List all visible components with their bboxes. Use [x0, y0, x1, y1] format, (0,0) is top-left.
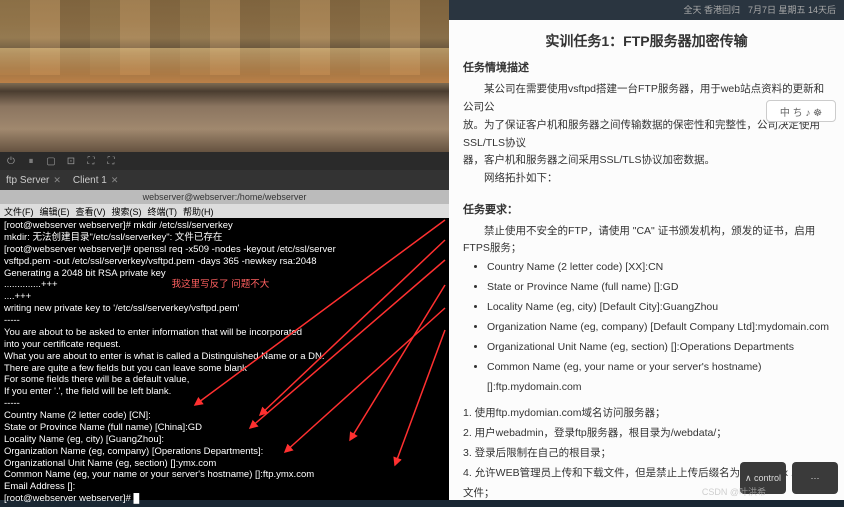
- pause-icon[interactable]: ⏸: [24, 154, 38, 168]
- doc-p4: 网络拓扑如下：: [463, 170, 830, 188]
- num-item: 3. 登录后限制在自己的根目录；: [463, 444, 830, 464]
- req-bullets: Country Name (2 letter code) [XX]:CN Sta…: [463, 258, 830, 398]
- terminal-body[interactable]: [root@webserver webserver]# mkdir /etc/s…: [0, 218, 449, 507]
- vm-tabs: ftp Server✕ Client 1✕: [0, 170, 449, 190]
- snapshot-icon[interactable]: ▢: [44, 154, 58, 168]
- bullet: Organizational Unit Name (eg, section) […: [487, 338, 830, 358]
- tab-ftp-server[interactable]: ftp Server✕: [6, 175, 61, 186]
- screen-icon[interactable]: ⛶: [84, 154, 98, 168]
- doc-title: 实训任务1：FTP服务器加密传输: [463, 30, 830, 52]
- annotation-text: 我这里写反了 问题不大: [172, 279, 270, 290]
- tab-client-1[interactable]: Client 1✕: [73, 175, 118, 186]
- doc-p2: 放。为了保证客户机和服务器之间传输数据的保密性和完整性，公司决定使用SSL/TL…: [463, 117, 830, 153]
- ime-widget[interactable]: 中 ち ♪ ☸: [766, 100, 836, 122]
- num-item: 2. 用户webadmin，登录ftp服务器，根目录为/webdata/；: [463, 424, 830, 444]
- watermark: CSDN @叶洪希: [702, 485, 766, 498]
- status-left: 全天 香港回归: [683, 3, 740, 17]
- menu-terminal[interactable]: 终端(T): [148, 205, 178, 218]
- doc-req: 禁止使用不安全的FTP，请使用 "CA" 证书颁发机构，颁发的证书，启用FTPS…: [463, 223, 830, 259]
- status-bar: 全天 香港回归 7月7日 星期五 14天后: [449, 0, 844, 20]
- more-button[interactable]: ⋯: [792, 462, 838, 494]
- bullet: Country Name (2 letter code) [XX]:CN: [487, 258, 830, 278]
- close-icon[interactable]: ✕: [53, 175, 61, 186]
- vm-toolbar: ⏻ ⏸ ▢ ⊡ ⛶ ⛶: [0, 152, 449, 170]
- disk-icon[interactable]: ⊡: [64, 154, 78, 168]
- power-icon[interactable]: ⏻: [4, 154, 18, 168]
- menu-view[interactable]: 查看(V): [76, 205, 106, 218]
- terminal-menubar: 文件(F) 编辑(E) 查看(V) 搜索(S) 终端(T) 帮助(H): [0, 204, 449, 218]
- fullscreen-icon[interactable]: ⛶: [104, 154, 118, 168]
- terminal-title: webserver@webserver:/home/webserver: [0, 190, 449, 204]
- terminal-window: webserver@webserver:/home/webserver 文件(F…: [0, 190, 449, 500]
- bullet: State or Province Name (full name) []:GD: [487, 278, 830, 298]
- num-item: 1. 使用ftp.mydomian.com域名访问服务器；: [463, 404, 830, 424]
- doc-content: 实训任务1：FTP服务器加密传输 任务情境描述 某公司在需要使用vsftpd搭建…: [449, 20, 844, 500]
- menu-search[interactable]: 搜索(S): [112, 205, 142, 218]
- close-icon[interactable]: ✕: [111, 175, 119, 186]
- bullet: Common Name (eg, your name or your serve…: [487, 358, 830, 398]
- bullet: Organization Name (eg, company) [Default…: [487, 318, 830, 338]
- bullet: Locality Name (eg, city) [Default City]:…: [487, 298, 830, 318]
- menu-help[interactable]: 帮助(H): [183, 205, 214, 218]
- menu-edit[interactable]: 编辑(E): [40, 205, 70, 218]
- status-right: 7月7日 星期五 14天后: [748, 3, 836, 17]
- doc-h2: 任务要求：: [463, 202, 830, 220]
- menu-file[interactable]: 文件(F): [4, 205, 34, 218]
- doc-h1: 任务情境描述: [463, 60, 830, 78]
- doc-p3: 器，客户机和服务器之间采用SSL/TLS协议加密数据。: [463, 152, 830, 170]
- document-panel: 全天 香港回归 7月7日 星期五 14天后 实训任务1：FTP服务器加密传输 任…: [449, 0, 844, 500]
